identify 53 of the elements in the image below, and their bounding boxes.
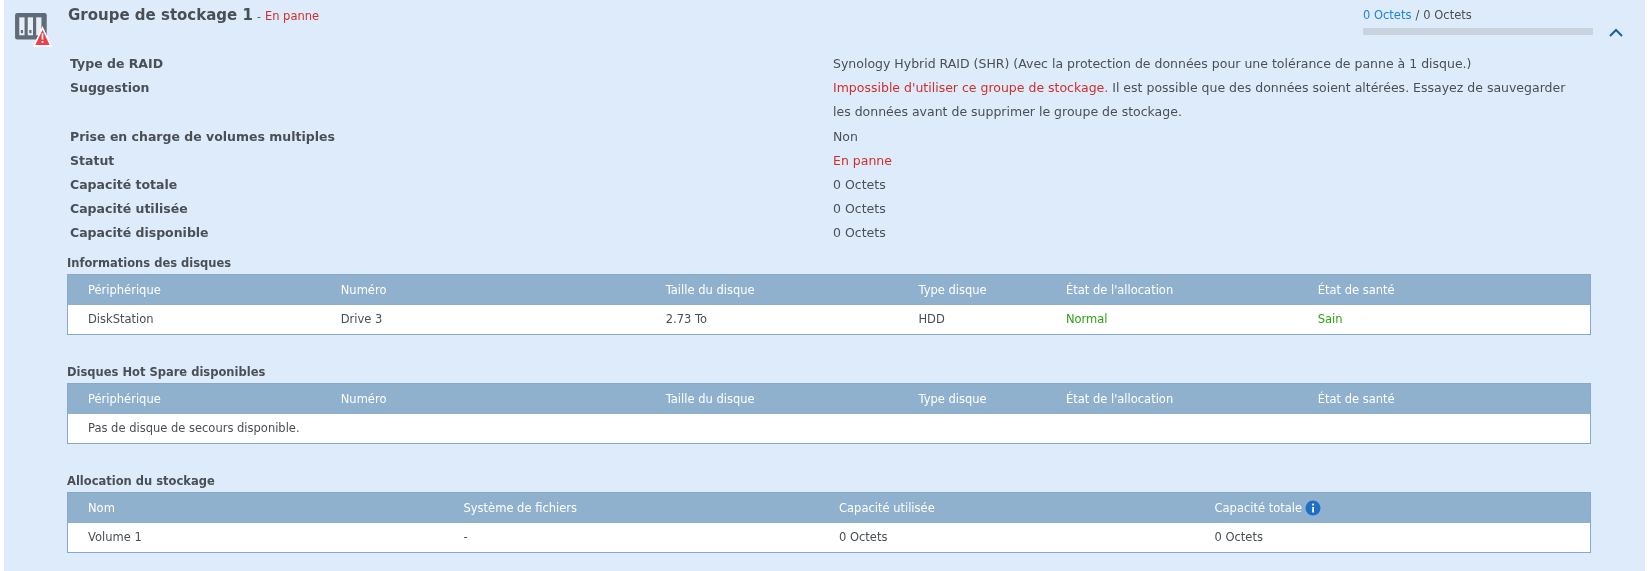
separator-text: / bbox=[1415, 8, 1420, 22]
section-title: Informations des disques bbox=[67, 254, 233, 272]
column-header: Type disque bbox=[918, 282, 987, 297]
table-cell: HDD bbox=[918, 312, 945, 327]
column-header: Système de fichiers bbox=[463, 500, 577, 515]
column-header: Numéro bbox=[340, 391, 387, 406]
property-value: 0 Octets bbox=[833, 176, 887, 194]
table-cell: Normal bbox=[1065, 312, 1108, 327]
property-label: Capacité utilisée bbox=[70, 200, 189, 219]
column-header: Périphérique bbox=[88, 391, 161, 406]
property-value: En panne bbox=[833, 151, 893, 170]
table-cell: Drive 3 bbox=[340, 312, 383, 327]
table-cell: Sain bbox=[1317, 312, 1343, 327]
column-header: Type disque bbox=[918, 391, 987, 406]
column-header: Nom bbox=[88, 500, 115, 515]
column-header: Taille du disque bbox=[665, 282, 755, 297]
collapse-icon[interactable] bbox=[1609, 28, 1623, 37]
info-icon[interactable] bbox=[1305, 499, 1322, 516]
section-title: Allocation du stockage bbox=[67, 472, 216, 490]
separator-text: - bbox=[256, 10, 261, 23]
pool-status: En panne bbox=[264, 9, 320, 23]
column-header: Capacité utilisée bbox=[839, 500, 935, 515]
property-label: Suggestion bbox=[70, 79, 151, 98]
property-value: 0 Octets bbox=[833, 224, 887, 243]
property-value: 0 Octets bbox=[833, 200, 887, 219]
table-cell: DiskStation bbox=[88, 312, 154, 327]
table-cell: - bbox=[463, 530, 468, 545]
column-header: Numéro bbox=[340, 282, 387, 297]
empty-message: Pas de disque de secours disponible. bbox=[88, 421, 300, 436]
column-header: Capacité totale bbox=[1214, 500, 1303, 515]
property-label: Type de RAID bbox=[70, 55, 165, 73]
property-label: Capacité totale bbox=[70, 176, 179, 194]
total-capacity: 0 Octets bbox=[1423, 8, 1472, 22]
pool-title: Groupe de stockage 1 bbox=[68, 6, 253, 24]
property-label: Capacité disponible bbox=[70, 224, 210, 243]
property-value: Impossible d'utiliser ce groupe de stockage. Il est possible que des données soient altérées. Essayez de sauvegarder les données avant de supprimer le groupe de stockage. bbox=[833, 79, 1567, 122]
table-cell: 0 Octets bbox=[1214, 530, 1263, 545]
column-header: Taille du disque bbox=[665, 391, 755, 406]
column-header: Périphérique bbox=[88, 282, 161, 297]
column-header: État de santé bbox=[1317, 391, 1395, 406]
storage-warning-icon bbox=[14, 12, 52, 48]
property-value: Non bbox=[833, 127, 859, 146]
column-header: État de l'allocation bbox=[1065, 391, 1174, 406]
property-label: Prise en charge de volumes multiples bbox=[70, 127, 336, 146]
column-header: État de santé bbox=[1317, 282, 1395, 297]
column-header: État de l'allocation bbox=[1065, 282, 1174, 297]
used-capacity: 0 Octets bbox=[1363, 8, 1412, 22]
property-label: Statut bbox=[70, 151, 116, 170]
section-title: Disques Hot Spare disponibles bbox=[67, 363, 267, 381]
table-cell: 2.73 To bbox=[665, 312, 708, 327]
table-cell: 0 Octets bbox=[839, 530, 888, 545]
property-value: Synology Hybrid RAID (SHR) (Avec la protection de données pour une tolérance de panne à 1 disque.) bbox=[833, 55, 1473, 73]
table-cell: Volume 1 bbox=[88, 530, 142, 545]
